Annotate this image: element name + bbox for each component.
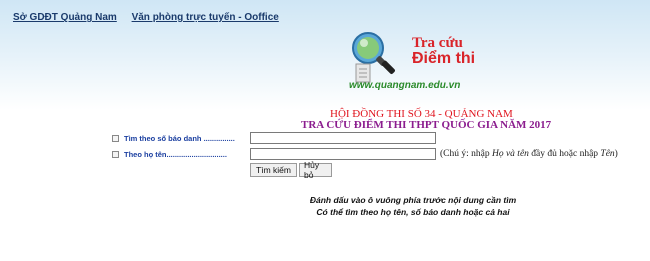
nav-link-sgddt[interactable]: Sở GDĐT Quảng Nam: [13, 12, 117, 23]
sbd-label: Tìm theo số báo danh ...............: [124, 134, 235, 143]
hint-em1: Họ và tên: [491, 149, 529, 159]
nav-link-ooffice[interactable]: Văn phòng trực tuyến - Ooffice: [132, 12, 279, 23]
hint-close: ): [614, 149, 618, 159]
sbd-checkbox[interactable]: [112, 135, 119, 142]
name-option-row: Theo họ tên.............................: [112, 150, 227, 159]
sbd-input[interactable]: [250, 132, 436, 144]
instruction-line2: Có thể tìm theo họ tên, số báo danh hoặc…: [316, 207, 510, 217]
cancel-button[interactable]: Hủy bỏ: [299, 160, 332, 180]
logo-title-line2: Điểm thi: [412, 50, 476, 67]
hint-suffix: đầy đủ hoặc nhập: [528, 149, 601, 159]
name-hint: (Chú ý: nhập Họ và tên đầy đủ hoặc nhập …: [440, 149, 618, 159]
name-input[interactable]: [250, 148, 436, 160]
hint-em2: Tên: [600, 149, 615, 159]
hint-prefix: (Chú ý: nhập: [440, 149, 492, 159]
page-title: TRA CỨU ĐIỂM THI THPT QUỐC GIA NĂM 2017: [301, 119, 552, 131]
logo-url: www.quangnam.edu.vn: [349, 80, 461, 91]
search-button[interactable]: Tìm kiếm: [250, 163, 297, 177]
sbd-option-row: Tìm theo số báo danh ...............: [112, 134, 235, 143]
top-nav: Sở GDĐT Quảng Nam Văn phòng trực tuyến -…: [13, 12, 291, 23]
name-checkbox[interactable]: [112, 151, 119, 158]
name-label: Theo họ tên.............................: [124, 150, 227, 159]
instruction-line1: Đánh dấu vào ô vuông phía trước nội dung…: [309, 195, 517, 205]
